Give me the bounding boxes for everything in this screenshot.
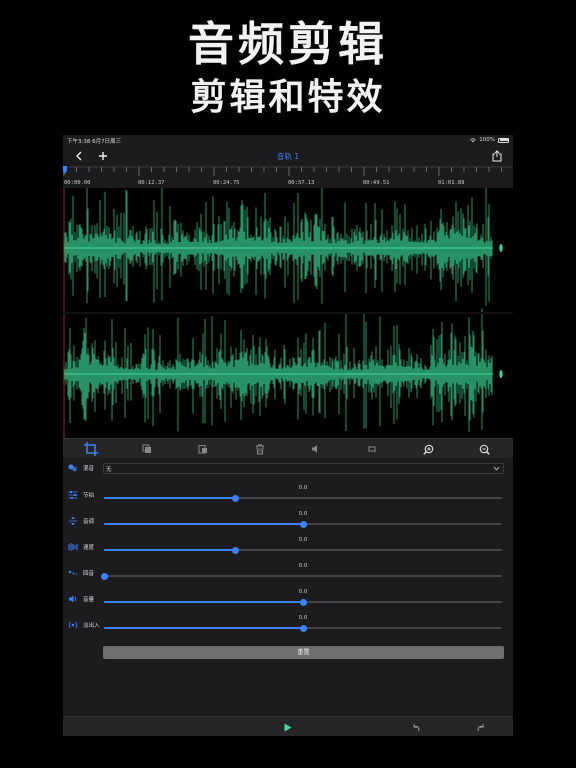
share-icon: [492, 150, 502, 162]
zoom-out-icon: [479, 444, 490, 455]
reverb-icon: [68, 464, 77, 472]
pitch-row: 音调 0.0: [63, 511, 513, 531]
echo-slider[interactable]: [100, 572, 502, 580]
paste-icon: [198, 445, 207, 454]
ruler-label: 00:12.37: [138, 180, 165, 186]
ruler-label: 00:24.75: [213, 180, 240, 186]
waveform-editor[interactable]: [63, 188, 513, 438]
slider-fill: [104, 627, 303, 629]
echo-label: 回音: [83, 571, 95, 577]
bottom-bar: [63, 716, 513, 736]
volume-slider[interactable]: [104, 598, 502, 606]
chevron-down-icon: [493, 466, 500, 471]
play-button[interactable]: [281, 720, 295, 734]
play-icon: [284, 723, 292, 731]
slider-thumb[interactable]: [231, 494, 239, 502]
slider-fill: [104, 523, 303, 525]
zoom-in-button[interactable]: [420, 441, 436, 457]
edit-toolbar: [63, 438, 513, 458]
share-button[interactable]: [489, 148, 505, 164]
slider-fill: [104, 601, 303, 603]
slider-fill: [104, 549, 236, 551]
ruler-label: 00:49.51: [363, 180, 390, 186]
crop-icon: [84, 442, 98, 456]
copy-icon: [142, 444, 151, 453]
tempo-value: 0.0: [298, 485, 308, 491]
reverb-row: 混音 无: [63, 458, 513, 478]
effects-panel: 混音 无 节拍 0.0 音调 0.0 速度 0.0 回音 0.0 音量 0.0 …: [63, 458, 513, 716]
sliders-icon: [68, 491, 78, 499]
pitch-icon: [69, 516, 77, 526]
volume-row: 音量 0.0: [63, 589, 513, 609]
trash-icon: [256, 443, 264, 454]
zoom-out-button[interactable]: [476, 441, 492, 457]
slider-thumb[interactable]: [299, 624, 307, 632]
slider-thumb[interactable]: [231, 546, 239, 554]
zoom-in-icon: [422, 444, 433, 455]
echo-icon: [68, 570, 78, 576]
loop-button[interactable]: [364, 441, 380, 457]
fade-value: 0.0: [298, 615, 308, 621]
copy-button[interactable]: [139, 441, 155, 457]
speed-icon: [68, 543, 78, 551]
crop-button[interactable]: [83, 441, 99, 457]
tempo-label: 节拍: [83, 493, 95, 499]
reset-button[interactable]: 重置: [103, 646, 504, 659]
status-bar: 下午3:38 6月7日周三 100%: [63, 135, 513, 146]
wifi-icon: [470, 137, 477, 142]
speed-label: 速度: [83, 545, 95, 551]
timeline-ruler[interactable]: 00:00.00 00:12.37 00:24.75 00:37.13 00:4…: [63, 166, 513, 188]
undo-button[interactable]: [409, 720, 423, 734]
speed-row: 速度 0.0: [63, 537, 513, 557]
loop-icon: [368, 446, 376, 452]
delete-button[interactable]: [252, 441, 268, 457]
speed-value: 0.0: [298, 537, 308, 543]
volume-icon: [69, 595, 77, 603]
fade-label: 淡出入: [83, 623, 100, 629]
redo-icon: [477, 723, 483, 731]
speaker-icon: [312, 445, 317, 453]
ruler-label: 00:00.00: [64, 180, 91, 186]
undo-icon: [413, 723, 419, 731]
pitch-slider[interactable]: [104, 520, 502, 528]
nav-bar: 音轨 1: [63, 146, 513, 166]
tempo-slider[interactable]: [104, 494, 502, 502]
redo-button[interactable]: [473, 720, 487, 734]
app-screen: 下午3:38 6月7日周三 100% 音轨 1 00:00.00 00:12.3…: [63, 135, 513, 736]
fade-slider[interactable]: [104, 624, 502, 632]
reverb-select[interactable]: 无: [103, 463, 504, 474]
fade-row: 淡出入 0.0: [63, 615, 513, 635]
slider-thumb[interactable]: [299, 598, 307, 606]
hero-title: 音频剪辑: [188, 17, 388, 71]
slider-thumb[interactable]: [100, 572, 108, 580]
tempo-row: 节拍 0.0: [63, 485, 513, 505]
ruler-label: 00:37.13: [288, 180, 315, 186]
paste-button[interactable]: [195, 441, 211, 457]
status-time: 下午3:38 6月7日周三: [67, 139, 122, 145]
fade-icon: [68, 621, 78, 629]
echo-row: 回音 0.0: [63, 563, 513, 583]
pitch-value: 0.0: [298, 511, 308, 517]
volume-label: 音量: [83, 597, 95, 603]
slider-fill: [104, 497, 236, 499]
slider-thumb[interactable]: [299, 520, 307, 528]
volume-value: 0.0: [298, 589, 308, 595]
pitch-label: 音调: [83, 519, 95, 525]
ruler-label: 01:01.89: [438, 180, 465, 186]
speed-slider[interactable]: [104, 546, 502, 554]
battery-percent: 100%: [479, 137, 495, 143]
track-title: 音轨 1: [276, 152, 300, 161]
reverb-label: 混音: [83, 466, 95, 472]
reverb-value: 无: [106, 467, 112, 473]
waveform: [63, 188, 513, 438]
hero-subtitle: 剪辑和特效: [190, 77, 386, 118]
mute-button[interactable]: [308, 441, 324, 457]
battery-icon: [498, 137, 509, 143]
echo-value: 0.0: [298, 563, 308, 569]
